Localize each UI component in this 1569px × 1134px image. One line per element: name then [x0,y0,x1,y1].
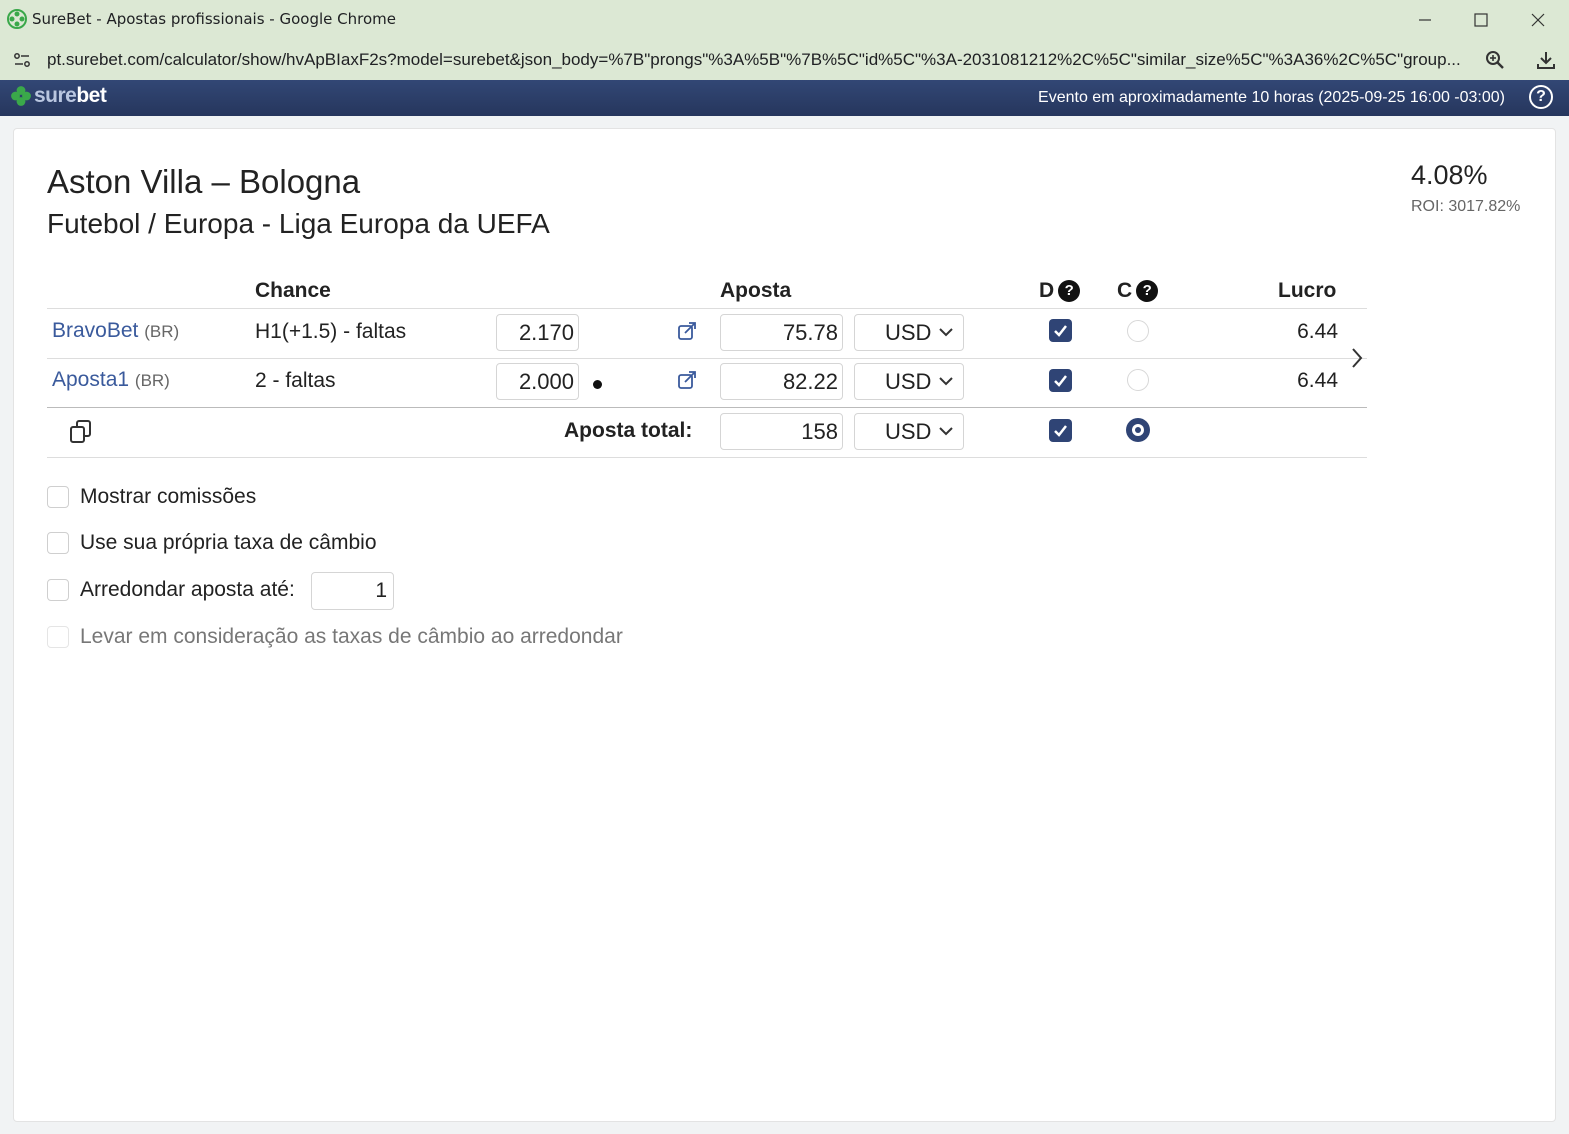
header-lucro: Lucro [1278,279,1337,302]
header-c: C? [1117,279,1159,303]
window-title: SureBet - Apostas profissionais - Google… [32,10,396,28]
round-bet-option[interactable]: Arredondar aposta até: [47,578,295,602]
round-bet-label: Arredondar aposta até: [80,578,295,601]
chevron-down-icon [939,427,953,436]
surebet-logo[interactable]: surebet [10,84,107,108]
total-stake-input[interactable]: 158 [720,413,843,450]
currency-select[interactable]: USD [854,363,964,400]
own-exchange-rate-label: Use sua própria taxa de câmbio [80,531,377,554]
bookmaker-link[interactable]: Aposta1 (BR) [52,368,170,392]
address-bar: pt.surebet.com/calculator/show/hvApBIaxF… [0,40,1569,80]
profit-value: 6.44 [1297,320,1338,343]
site-settings-icon[interactable] [12,50,32,70]
close-icon [1531,13,1545,27]
match-title: Aston Villa – Bologna [47,163,361,200]
roi-text: ROI: 3017.82% [1411,198,1521,215]
c-radio[interactable] [1127,369,1149,391]
show-commissions-label: Mostrar comissões [80,485,257,508]
total-d-checkbox[interactable] [1049,419,1072,442]
currency-select[interactable]: USD [854,314,964,351]
minimize-button[interactable] [1397,0,1453,40]
chevron-right-icon[interactable] [1350,347,1364,369]
header-chance: Chance [255,279,331,302]
row-divider [47,407,1367,408]
profit-value: 6.44 [1297,369,1338,392]
total-c-radio[interactable] [1126,418,1150,442]
own-exchange-rate-checkbox[interactable] [47,532,69,554]
c-radio[interactable] [1127,320,1149,342]
copy-icon[interactable] [68,419,94,445]
total-stake-label: Aposta total: [564,419,693,442]
bookmaker-link[interactable]: BravoBet (BR) [52,319,179,343]
row-divider [47,358,1367,359]
close-button[interactable] [1510,0,1566,40]
consider-rates-label: Levar em consideração as taxas de câmbio… [80,625,623,648]
bullet-marker [593,380,602,389]
show-commissions-option[interactable]: Mostrar comissões [47,485,256,509]
url-text[interactable]: pt.surebet.com/calculator/show/hvApBIaxF… [47,50,1467,70]
outcome-text: 2 - faltas [255,369,336,392]
download-icon[interactable] [1535,49,1557,71]
table-divider [47,308,1367,309]
own-exchange-rate-option[interactable]: Use sua própria taxa de câmbio [47,531,377,555]
outcome-text: H1(+1.5) - faltas [255,320,407,343]
d-checkbox[interactable] [1049,319,1072,342]
total-currency-select[interactable]: USD [854,413,964,450]
d-checkbox[interactable] [1049,369,1072,392]
chevron-down-icon [939,377,953,386]
maximize-button[interactable] [1453,0,1509,40]
clover-icon [11,86,31,106]
minimize-icon [1419,19,1431,21]
consider-rates-checkbox [47,626,69,648]
browser-titlebar: SureBet - Apostas profissionais - Google… [0,0,1569,40]
external-link-icon[interactable] [677,321,697,341]
odds-input[interactable]: 2.000 [496,363,579,400]
page-bottom-strip [0,1122,1569,1134]
table-bottom-divider [47,457,1367,458]
stake-input[interactable]: 75.78 [720,314,843,351]
event-time-text: Evento em aproximadamente 10 horas (2025… [1038,89,1505,106]
stake-input[interactable]: 82.22 [720,363,843,400]
match-league: Futebol / Europa - Liga Europa da UEFA [47,208,550,239]
show-commissions-checkbox[interactable] [47,486,69,508]
odds-input[interactable]: 2.170 [496,314,579,351]
maximize-icon [1474,13,1488,27]
c-help-icon[interactable]: ? [1136,280,1159,302]
consider-rates-option: Levar em consideração as taxas de câmbio… [47,625,623,649]
surebet-favicon-icon [7,9,27,29]
d-help-icon[interactable]: ? [1058,280,1081,302]
site-header: surebet Evento em aproximadamente 10 hor… [0,80,1569,116]
round-bet-checkbox[interactable] [47,579,69,601]
header-aposta: Aposta [720,279,792,302]
round-value-input[interactable]: 1 [311,572,394,610]
external-link-icon[interactable] [677,370,697,390]
header-d: D? [1039,279,1081,303]
logo-text: surebet [34,84,107,107]
zoom-icon[interactable] [1484,49,1506,71]
help-icon[interactable]: ? [1529,85,1553,109]
profit-percent: 4.08% [1411,160,1488,190]
chevron-down-icon [939,328,953,337]
calculator-card: Aston Villa – Bologna Futebol / Europa -… [13,128,1556,1122]
